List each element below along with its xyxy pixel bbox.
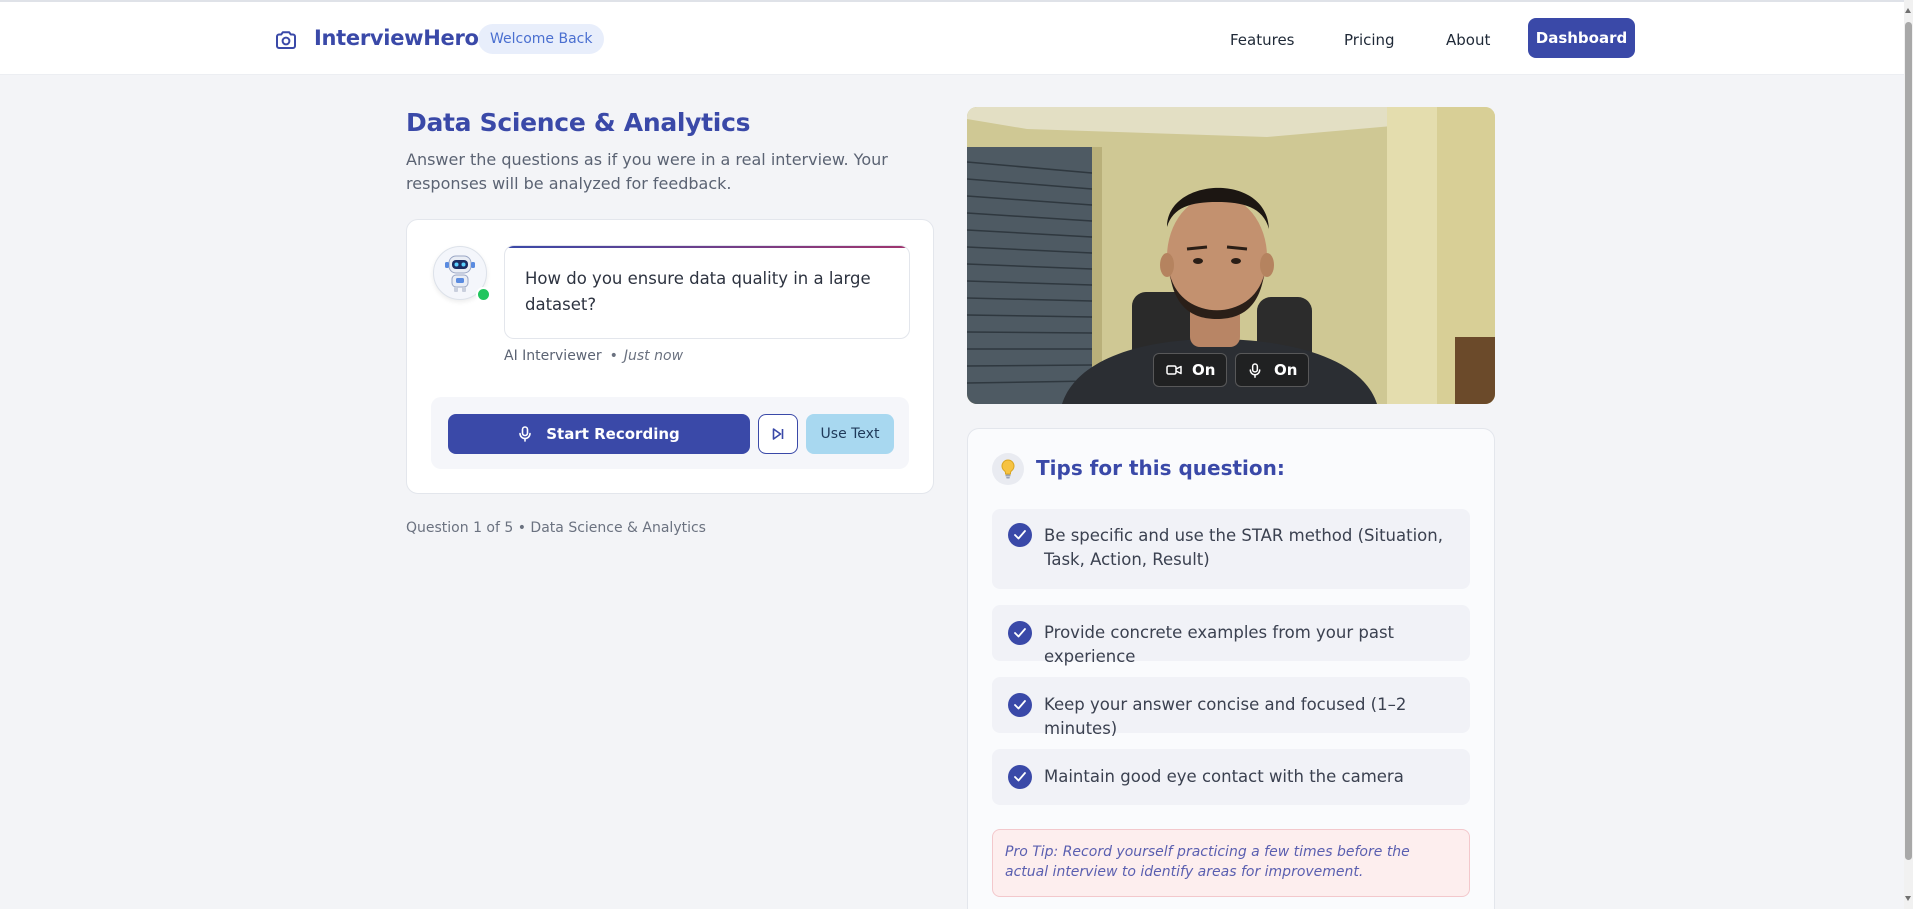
start-recording-button[interactable]: Start Recording	[448, 414, 750, 454]
scroll-down-arrow[interactable]	[1905, 896, 1911, 901]
question-progress: Question 1 of 5 • Data Science & Analyti…	[406, 520, 706, 536]
interview-chat-card: How do you ensure data quality in a larg…	[406, 219, 934, 494]
scroll-thumb[interactable]	[1905, 22, 1912, 860]
tip-item: Keep your answer concise and focused (1–…	[992, 677, 1470, 738]
bulb-badge	[992, 453, 1024, 485]
nav-about[interactable]: About	[1446, 31, 1490, 49]
answer-action-bar: Start Recording Use Text	[431, 397, 909, 469]
mic-toggle[interactable]: On	[1235, 353, 1309, 387]
message-meta: AI Interviewer • Just now	[504, 348, 683, 364]
use-text-button[interactable]: Use Text	[806, 414, 894, 454]
bubble-accent	[505, 246, 909, 248]
bulb-icon	[1001, 459, 1015, 479]
tip-text: Maintain good eye contact with the camer…	[1044, 767, 1404, 786]
page-title: Data Science & Analytics	[406, 108, 751, 137]
pro-tip: Pro Tip: Record yourself practicing a fe…	[992, 829, 1470, 897]
tip-text: Keep your answer concise and focused (1–…	[1044, 695, 1407, 738]
mic-status: On	[1274, 361, 1298, 379]
tip-item: Be specific and use the STAR method (Sit…	[992, 509, 1470, 589]
scroll-up-arrow[interactable]	[1905, 8, 1911, 13]
tip-text: Be specific and use the STAR method (Sit…	[1044, 526, 1443, 569]
check-icon	[1008, 693, 1032, 717]
online-status-dot	[476, 287, 491, 302]
check-icon	[1008, 523, 1032, 547]
camera-icon[interactable]	[274, 28, 298, 52]
tip-item: Maintain good eye contact with the camer…	[992, 749, 1470, 805]
mic-icon	[1249, 363, 1261, 378]
mic-icon	[519, 426, 532, 442]
tips-card: Tips for this question: Be specific and …	[967, 428, 1495, 909]
skip-question-button[interactable]	[758, 414, 798, 454]
skip-icon	[772, 428, 784, 440]
tips-title: Tips for this question:	[1036, 456, 1285, 480]
webcam-feed-image	[967, 107, 1495, 404]
video-icon	[1166, 365, 1182, 375]
top-navbar: InterviewHero Welcome Back Features Pric…	[0, 2, 1904, 75]
page-subtitle: Answer the questions as if you were in a…	[406, 150, 888, 193]
start-recording-label: Start Recording	[546, 425, 680, 443]
message-author: AI Interviewer	[504, 348, 602, 364]
nav-pricing[interactable]: Pricing	[1344, 31, 1395, 49]
page-scrollbar[interactable]	[1904, 0, 1913, 909]
camera-status: On	[1192, 361, 1216, 379]
dashboard-button[interactable]: Dashboard	[1528, 18, 1635, 58]
meta-separator: •	[609, 348, 618, 364]
robot-avatar	[445, 255, 475, 292]
check-icon	[1008, 765, 1032, 789]
webcam-preview: On On	[967, 107, 1495, 404]
camera-toggle[interactable]: On	[1153, 353, 1227, 387]
message-time: Just now	[623, 348, 684, 364]
question-bubble: How do you ensure data quality in a larg…	[504, 245, 910, 339]
nav-features[interactable]: Features	[1230, 31, 1295, 49]
question-text: How do you ensure data quality in a larg…	[525, 269, 871, 314]
check-icon	[1008, 621, 1032, 645]
tip-text: Provide concrete examples from your past…	[1044, 623, 1395, 666]
welcome-badge: Welcome Back	[478, 24, 605, 54]
tip-item: Provide concrete examples from your past…	[992, 605, 1470, 666]
brand-name[interactable]: InterviewHero	[314, 26, 479, 50]
ai-avatar	[433, 246, 491, 302]
